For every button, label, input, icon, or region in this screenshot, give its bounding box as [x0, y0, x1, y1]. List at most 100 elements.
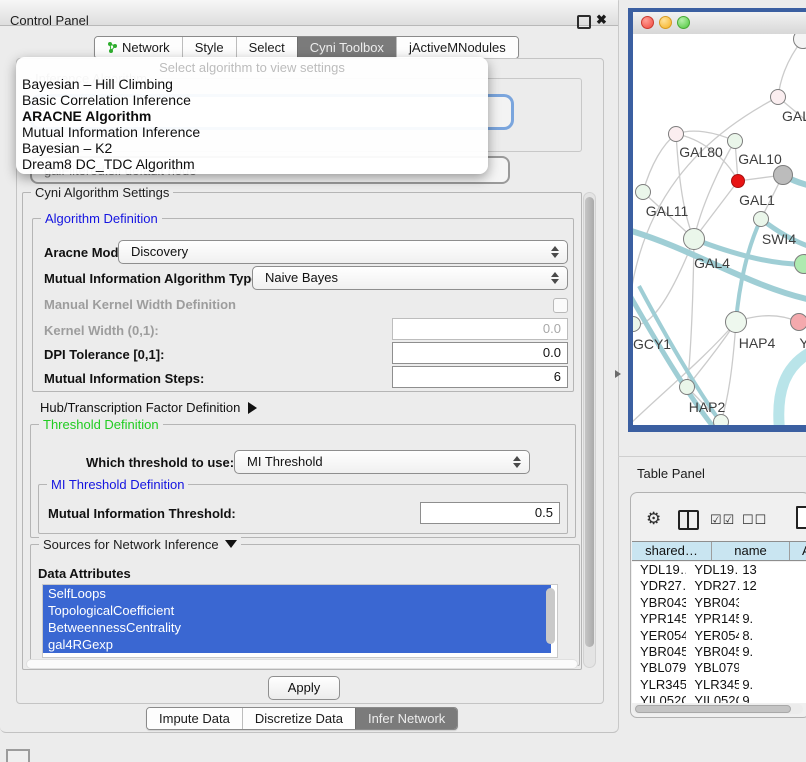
deselect-checkboxes-icon[interactable]: ☐☐ — [742, 512, 767, 528]
network-node-gal11[interactable] — [635, 184, 651, 200]
network-view-canvas[interactable]: GALGAL80GAL10GAL1GAL11SWI4GAL4GCY1HAP4YH… — [633, 34, 806, 425]
network-node-hap2[interactable] — [679, 379, 695, 395]
minimize-traffic-light-icon[interactable] — [659, 16, 672, 29]
algorithm-option[interactable]: Basic Correlation Inference — [16, 92, 488, 108]
table-cell: 9. — [739, 644, 806, 660]
network-node-gal[interactable] — [770, 89, 786, 105]
network-node-gal1[interactable] — [731, 174, 745, 188]
column-header[interactable]: A — [790, 542, 806, 560]
table-row[interactable]: YER054CYER054C8. — [632, 628, 806, 644]
table-cell: YBR045C — [686, 644, 739, 660]
algorithm-option[interactable]: Bayesian – Hill Climbing — [16, 76, 488, 92]
close-traffic-light-icon[interactable] — [641, 16, 654, 29]
gear-icon[interactable]: ⚙ — [646, 509, 661, 529]
new-table-icon[interactable] — [796, 506, 806, 529]
kernel-width-field[interactable]: 0.0 — [392, 318, 568, 340]
hub-definition-expander[interactable]: Hub/Transcription Factor Definition — [40, 400, 257, 415]
mi-steps-field[interactable]: 6 — [392, 366, 568, 388]
maximize-traffic-light-icon[interactable] — [677, 16, 690, 29]
column-header[interactable]: name — [712, 542, 790, 560]
apply-button[interactable]: Apply — [268, 676, 340, 700]
table-hscrollbar-thumb[interactable] — [635, 705, 791, 713]
control-panel-title: Control Panel — [10, 13, 89, 28]
expander-arrow-icon — [248, 402, 257, 414]
table-cell: YDL19… — [686, 562, 739, 578]
table-row[interactable]: YBL079WYBL079W — [632, 660, 806, 676]
node-label: Y — [799, 335, 806, 351]
data-attribute-item[interactable]: TopologicalCoefficient — [43, 602, 551, 619]
screen: Control Panel ✖ Network Style Select Cyni T… — [0, 0, 806, 762]
horizontal-scroll-track[interactable] — [26, 659, 578, 669]
mi-algorithm-type-select[interactable]: Naive Bayes — [252, 266, 568, 290]
tab-label: Select — [249, 40, 285, 55]
combo-spinner-icon — [512, 455, 521, 469]
select-all-checkboxes-icon[interactable]: ☑☑ — [710, 512, 735, 528]
data-attribute-item[interactable]: BetweennessCentrality — [43, 619, 551, 636]
table-cell: YBL079W — [632, 660, 686, 676]
top-tab-bar: Network Style Select Cyni ToolboxjActiveMNo… — [94, 36, 519, 59]
tab-label: Style — [195, 40, 224, 55]
tab-select[interactable]: Select — [236, 37, 297, 58]
table-row[interactable]: YDR27…YDR27…12 — [632, 578, 806, 594]
data-attribute-item[interactable]: gal4RGexp — [43, 636, 551, 653]
tab-cyni-toolbox[interactable]: Cyni Toolbox — [297, 37, 396, 58]
table-cell: YBR043C — [686, 595, 739, 611]
float-window-icon[interactable] — [577, 15, 591, 29]
algorithm-option[interactable]: ARACNE Algorithm — [16, 108, 488, 124]
table-row[interactable]: YLR345WYLR345W9. — [632, 677, 806, 693]
data-attributes-label: Data Attributes — [38, 566, 131, 581]
tab-infer-network[interactable]: Infer Network — [355, 708, 457, 729]
close-icon[interactable]: ✖ — [596, 12, 607, 28]
aracne-mode-select[interactable]: Discovery — [118, 240, 568, 264]
network-node-y[interactable] — [790, 313, 806, 331]
network-node-gal10[interactable] — [727, 133, 743, 149]
tab-label: Network — [122, 40, 170, 55]
tab-jactivemnodules[interactable]: jActiveMNodules — [396, 37, 518, 58]
data-attributes-list: SelfLoopsTopologicalCoefficientBetweenne… — [42, 584, 558, 658]
which-threshold-select[interactable]: MI Threshold — [234, 450, 530, 474]
collapse-arrow-icon — [225, 540, 237, 548]
algorithm-option[interactable]: Mutual Information Inference — [16, 124, 488, 140]
table-row[interactable]: YBR043CYBR043C — [632, 595, 806, 611]
table-cell: YDR27… — [632, 578, 686, 594]
which-threshold-value: MI Threshold — [247, 454, 323, 469]
panel-divider — [618, 456, 806, 457]
sources-group-title[interactable]: Sources for Network Inference — [39, 537, 241, 552]
manual-kernel-width-checkbox[interactable] — [553, 298, 568, 313]
network-node[interactable] — [773, 165, 793, 185]
list-scrollbar-thumb[interactable] — [546, 588, 555, 644]
table-row[interactable]: YPR145WYPR145W9. — [632, 611, 806, 627]
table-row[interactable]: YBR045CYBR045C9. — [632, 644, 806, 660]
algorithm-option[interactable]: Bayesian – K2 — [16, 140, 488, 156]
table-cell — [739, 595, 806, 611]
control-panel-titlebar — [0, 0, 618, 26]
tab-network[interactable]: Network — [95, 37, 182, 58]
network-node-hap4[interactable] — [725, 311, 747, 333]
table-cell: YPR145W — [632, 611, 686, 627]
table-cell: YER054C — [632, 628, 686, 644]
network-node-gal4[interactable] — [683, 228, 705, 250]
table-panel-title: Table Panel — [637, 466, 705, 481]
column-header[interactable]: shared… — [632, 542, 712, 560]
minimized-panel-icon[interactable] — [6, 749, 30, 762]
mi-threshold-field[interactable]: 0.5 — [420, 502, 560, 524]
table-cell — [739, 660, 806, 676]
table-row[interactable]: YIL052CYIL052C9 — [632, 693, 806, 703]
network-node-gal80[interactable] — [668, 126, 684, 142]
network-node[interactable] — [713, 414, 729, 425]
algorithm-option[interactable]: Dream8 DC_TDC Algorithm — [16, 156, 488, 172]
algorithm-dropdown-list: Select algorithm to view settings Bayesi… — [16, 57, 488, 174]
data-attribute-item[interactable]: SelfLoops — [43, 585, 551, 602]
table-cell: YLR345W — [686, 677, 739, 693]
mi-algorithm-type-value: Naive Bayes — [265, 270, 338, 285]
table-row[interactable]: YDL19…YDL19…13 — [632, 562, 806, 578]
dpi-tolerance-field[interactable]: 0.0 — [392, 342, 568, 364]
network-node-swi4[interactable] — [753, 211, 769, 227]
node-label: HAP2 — [689, 399, 726, 415]
kernel-width-label: Kernel Width (0,1): — [44, 323, 159, 338]
tab-impute-data[interactable]: Impute Data — [147, 708, 242, 729]
tab-discretize-data[interactable]: Discretize Data — [242, 708, 355, 729]
columns-icon[interactable] — [678, 510, 699, 530]
tab-style[interactable]: Style — [182, 37, 236, 58]
settings-scrollbar-thumb[interactable] — [585, 197, 594, 647]
